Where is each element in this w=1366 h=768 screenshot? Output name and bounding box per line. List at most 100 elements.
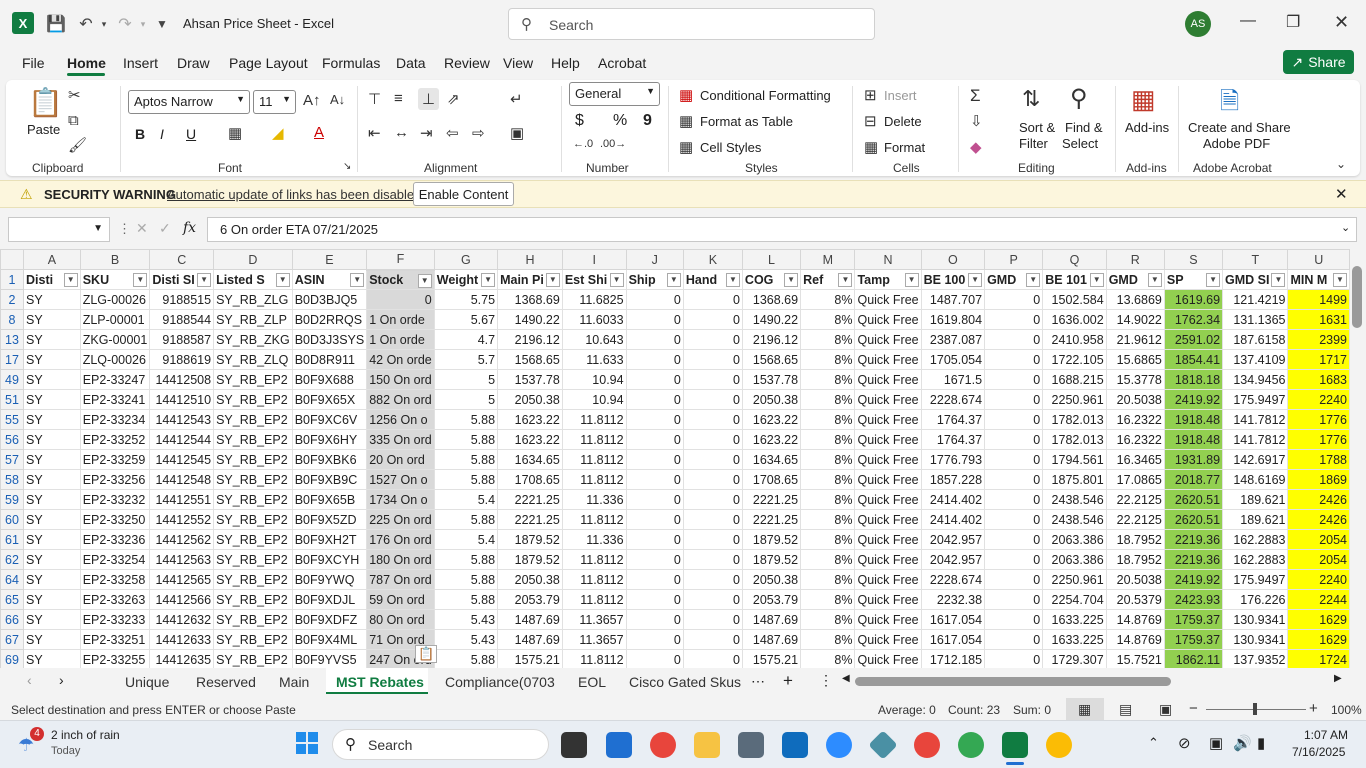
table-cell[interactable]: 2240: [1287, 389, 1350, 410]
add-sheet-icon[interactable]: +: [783, 671, 793, 691]
table-cell[interactable]: SY: [23, 569, 81, 590]
column-header[interactable]: O: [920, 249, 986, 270]
table-cell[interactable]: 0: [984, 589, 1044, 610]
zoom-level[interactable]: 100%: [1331, 703, 1362, 717]
table-cell[interactable]: 14412510: [149, 389, 215, 410]
minimize-icon[interactable]: —: [1240, 12, 1256, 30]
table-cell[interactable]: 0: [682, 529, 743, 550]
table-cell[interactable]: 1671.5: [920, 369, 986, 390]
table-cell[interactable]: 142.6917: [1222, 449, 1289, 470]
table-cell[interactable]: B0F9YWQ: [291, 569, 368, 590]
table-cell[interactable]: 14412551: [149, 489, 215, 510]
table-cell[interactable]: EP2-33233: [79, 609, 151, 630]
table-cell[interactable]: 11.8112: [561, 409, 627, 430]
table-cell[interactable]: ZKG-00001: [79, 329, 151, 350]
menu-home[interactable]: Home: [67, 55, 106, 71]
table-cell[interactable]: 175.9497: [1222, 569, 1289, 590]
column-header[interactable]: C: [149, 249, 215, 270]
italic-button[interactable]: I: [160, 126, 164, 142]
sheet-table[interactable]: A B C D E F G H I J K L M N O P Q R S T U 1 Disti ▼ SKU ▼ Disti SI…: [0, 249, 1350, 668]
table-cell[interactable]: 1634.65: [741, 449, 802, 470]
table-cell[interactable]: 0: [984, 509, 1044, 530]
menu-file[interactable]: File: [22, 55, 45, 71]
table-cell[interactable]: ZLP-00001: [79, 309, 151, 330]
table-cell[interactable]: 11.336: [561, 489, 627, 510]
table-cell[interactable]: 0: [682, 569, 743, 590]
table-cell[interactable]: 2063.386: [1042, 529, 1107, 550]
table-cell[interactable]: 1487.69: [497, 629, 563, 650]
table-cell[interactable]: 1537.78: [741, 369, 802, 390]
filter-dropdown-icon[interactable]: ▼: [1089, 273, 1104, 287]
table-cell[interactable]: 1 On orde: [366, 309, 435, 330]
header-cell[interactable]: Disti SI ▼: [149, 269, 215, 290]
table-cell[interactable]: 2426: [1287, 489, 1350, 510]
search-box[interactable]: ⚲ Search: [508, 8, 875, 40]
table-cell[interactable]: 2018.77: [1163, 469, 1224, 490]
row-header[interactable]: 1: [0, 269, 24, 290]
table-cell[interactable]: 1879.52: [741, 529, 802, 550]
table-cell[interactable]: 14.8769: [1105, 629, 1165, 650]
table-cell[interactable]: 2221.25: [741, 489, 802, 510]
table-cell[interactable]: 189.621: [1222, 509, 1289, 530]
table-cell[interactable]: 335 On ord: [366, 429, 435, 450]
sheet-tab-eol[interactable]: EOL: [578, 674, 606, 690]
table-cell[interactable]: 8%: [800, 449, 856, 470]
table-cell[interactable]: 1629: [1287, 629, 1350, 650]
horizontal-scroll-thumb[interactable]: [855, 677, 1171, 686]
table-cell[interactable]: 0: [984, 429, 1044, 450]
table-cell[interactable]: 0: [682, 309, 743, 330]
table-cell[interactable]: 0: [984, 369, 1044, 390]
table-cell[interactable]: 8%: [800, 529, 856, 550]
table-cell[interactable]: 121.4219: [1222, 289, 1289, 310]
table-cell[interactable]: 0: [984, 549, 1044, 570]
table-cell[interactable]: 1256 On o: [366, 409, 435, 430]
table-cell[interactable]: SY: [23, 509, 81, 530]
table-cell[interactable]: B0D3BJQ5: [291, 289, 368, 310]
table-cell[interactable]: 14412548: [149, 469, 215, 490]
table-cell[interactable]: 1633.225: [1042, 609, 1107, 630]
collapse-ribbon-icon[interactable]: ⌄: [1336, 157, 1346, 171]
table-cell[interactable]: 2050.38: [741, 569, 802, 590]
table-cell[interactable]: 0: [625, 469, 684, 490]
share-button[interactable]: ↗ Share: [1283, 50, 1354, 74]
cut-icon[interactable]: ✂: [68, 86, 81, 104]
align-center-icon[interactable]: ↔: [394, 124, 409, 141]
table-cell[interactable]: 0: [625, 569, 684, 590]
menu-data[interactable]: Data: [396, 55, 426, 71]
more-tabs-icon[interactable]: ⋯: [751, 673, 765, 690]
header-cell[interactable]: BE 101 ▼: [1042, 269, 1107, 290]
percent-button[interactable]: %: [613, 112, 627, 130]
table-cell[interactable]: 1776: [1287, 409, 1350, 430]
table-cell[interactable]: 187.6158: [1222, 329, 1289, 350]
table-cell[interactable]: SY: [23, 469, 81, 490]
header-cell[interactable]: ASIN ▼: [291, 269, 368, 290]
table-cell[interactable]: 2423.93: [1163, 589, 1224, 610]
table-cell[interactable]: 2591.02: [1163, 329, 1224, 350]
table-cell[interactable]: 0: [984, 409, 1044, 430]
tab-options-icon[interactable]: ⋮: [819, 672, 833, 689]
table-cell[interactable]: 0: [625, 489, 684, 510]
table-cell[interactable]: 1487.69: [741, 629, 802, 650]
header-cell[interactable]: Ref ▼: [800, 269, 856, 290]
table-cell[interactable]: 0: [682, 389, 743, 410]
column-header[interactable]: M: [800, 249, 856, 270]
table-cell[interactable]: SY_RB_ZLG: [213, 289, 293, 310]
column-header[interactable]: P: [984, 249, 1044, 270]
table-cell[interactable]: 2054: [1287, 529, 1350, 550]
table-cell[interactable]: 15.3778: [1105, 369, 1165, 390]
format-painter-icon[interactable]: 🖌: [68, 136, 87, 154]
table-cell[interactable]: 148.6169: [1222, 469, 1289, 490]
table-cell[interactable]: 5.88: [433, 649, 499, 668]
table-cell[interactable]: 1722.105: [1042, 349, 1107, 370]
table-cell[interactable]: 2221.25: [497, 489, 563, 510]
table-cell[interactable]: SY_RB_EP2: [213, 509, 293, 530]
font-color-icon[interactable]: A: [314, 124, 324, 141]
table-cell[interactable]: 5: [433, 389, 499, 410]
table-cell[interactable]: 1918.48: [1163, 429, 1224, 450]
row-header[interactable]: 64: [0, 569, 24, 590]
table-cell[interactable]: 2054: [1287, 549, 1350, 570]
align-middle-icon[interactable]: ≡: [394, 90, 403, 107]
filter-dropdown-icon[interactable]: ▼: [481, 273, 496, 287]
table-cell[interactable]: 9188544: [149, 309, 215, 330]
table-cell[interactable]: 1862.11: [1163, 649, 1224, 668]
